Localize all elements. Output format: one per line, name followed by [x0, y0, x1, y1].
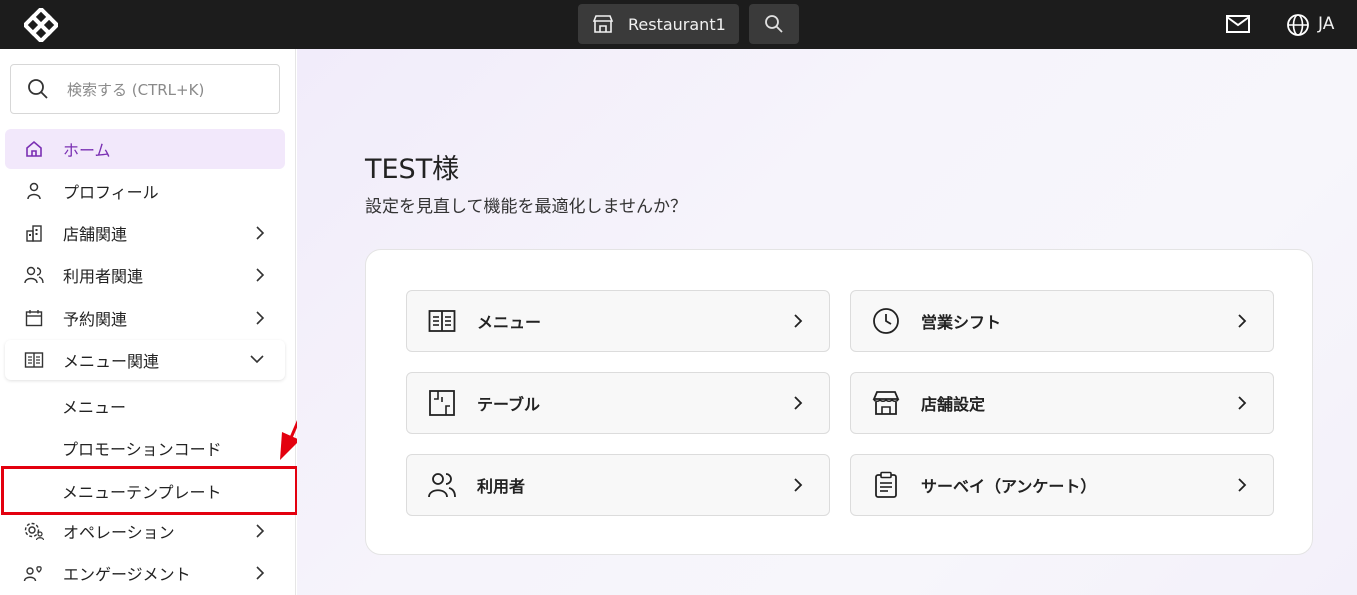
tile-users[interactable]: 利用者	[406, 454, 830, 516]
language-label[interactable]: JA	[1318, 14, 1334, 34]
sidebar-item-label: プロフィール	[63, 183, 159, 202]
greeting-title: TEST様	[365, 154, 460, 185]
sidebar-item-users[interactable]: 利用者関連	[5, 255, 285, 295]
tile-survey[interactable]: サーベイ（アンケート）	[850, 454, 1274, 516]
sidebar-item-engagement[interactable]: エンゲージメント	[5, 553, 285, 593]
sidebar-item-home[interactable]: ホーム	[5, 129, 285, 169]
sidebar-subitem-promo-code[interactable]: プロモーションコード	[62, 436, 222, 460]
sidebar-item-label: 予約関連	[63, 310, 128, 329]
tile-menu[interactable]: メニュー	[406, 290, 830, 352]
global-search-button[interactable]	[749, 4, 799, 44]
gear-people-icon	[24, 522, 45, 541]
search-icon	[28, 79, 48, 99]
chevron-right-icon	[1238, 314, 1247, 328]
annotation-highlight-box	[1, 466, 298, 515]
chevron-right-icon	[256, 311, 265, 325]
store-icon	[592, 15, 614, 33]
building-icon	[26, 225, 42, 242]
store-selector-button[interactable]: Restaurant1	[578, 4, 739, 44]
sidebar-item-profile[interactable]: プロフィール	[5, 171, 285, 211]
tile-store-settings[interactable]: 店舗設定	[850, 372, 1274, 434]
sidebar-item-menu[interactable]: メニュー関連	[5, 340, 285, 380]
app-logo-icon[interactable]	[24, 8, 58, 42]
chevron-right-icon	[256, 226, 265, 240]
menu-book-icon	[428, 310, 456, 332]
tile-label: 営業シフト	[921, 313, 1002, 332]
tile-label: 利用者	[477, 477, 526, 496]
globe-icon[interactable]	[1286, 13, 1310, 37]
home-icon	[26, 140, 42, 157]
sidebar-search-placeholder: 検索する (CTRL+K)	[67, 80, 205, 99]
tile-label: テーブル	[477, 395, 541, 414]
tile-label: サーベイ（アンケート）	[921, 477, 1097, 496]
chevron-down-icon	[250, 355, 264, 364]
sidebar-item-label: メニュー関連	[63, 352, 160, 371]
tile-label: 店舗設定	[921, 395, 986, 414]
quick-links-card: メニュー 営業シフト テーブル 店舗設定 利用者 サーベイ（アンケート）	[365, 249, 1313, 555]
chevron-right-icon	[794, 478, 803, 492]
chevron-right-icon	[794, 396, 803, 410]
mail-icon[interactable]	[1225, 13, 1251, 35]
sidebar-subitem-menu[interactable]: メニュー	[62, 394, 126, 418]
sidebar-item-operation[interactable]: オペレーション	[5, 511, 285, 551]
chevron-right-icon	[256, 268, 265, 282]
sidebar-item-label: オペレーション	[63, 523, 175, 542]
calendar-icon	[25, 310, 43, 327]
top-bar: Restaurant1 JA	[0, 0, 1357, 49]
sidebar-item-label: ホーム	[63, 141, 111, 160]
sidebar-item-label: 利用者関連	[63, 267, 144, 286]
heart-people-icon	[23, 566, 42, 582]
tile-table[interactable]: テーブル	[406, 372, 830, 434]
chevron-right-icon	[256, 524, 265, 538]
store-icon	[872, 391, 900, 415]
users-icon	[24, 266, 44, 284]
clock-icon	[873, 308, 899, 334]
user-icon	[27, 182, 41, 200]
tile-label: メニュー	[477, 313, 542, 332]
users-icon	[428, 473, 456, 498]
sidebar-item-reservation[interactable]: 予約関連	[5, 298, 285, 338]
greeting-subtitle: 設定を見直して機能を最適化しませんか？	[365, 197, 687, 217]
sidebar-item-label: 店舗関連	[63, 225, 128, 244]
sidebar-item-label: エンゲージメント	[63, 565, 191, 584]
chevron-right-icon	[256, 566, 265, 580]
floorplan-icon	[429, 390, 455, 416]
tile-business-shift[interactable]: 営業シフト	[850, 290, 1274, 352]
store-name: Restaurant1	[628, 14, 726, 34]
chevron-right-icon	[1238, 478, 1247, 492]
sidebar-search-input[interactable]: 検索する (CTRL+K)	[10, 64, 280, 114]
clipboard-icon	[875, 471, 897, 498]
main-content: TEST様 設定を見直して機能を最適化しませんか？ メニュー 営業シフト テーブ…	[297, 49, 1357, 595]
chevron-right-icon	[1238, 396, 1247, 410]
sidebar-item-store[interactable]: 店舗関連	[5, 213, 285, 253]
search-icon	[765, 15, 783, 33]
chevron-right-icon	[794, 314, 803, 328]
menu-book-icon	[24, 352, 44, 368]
